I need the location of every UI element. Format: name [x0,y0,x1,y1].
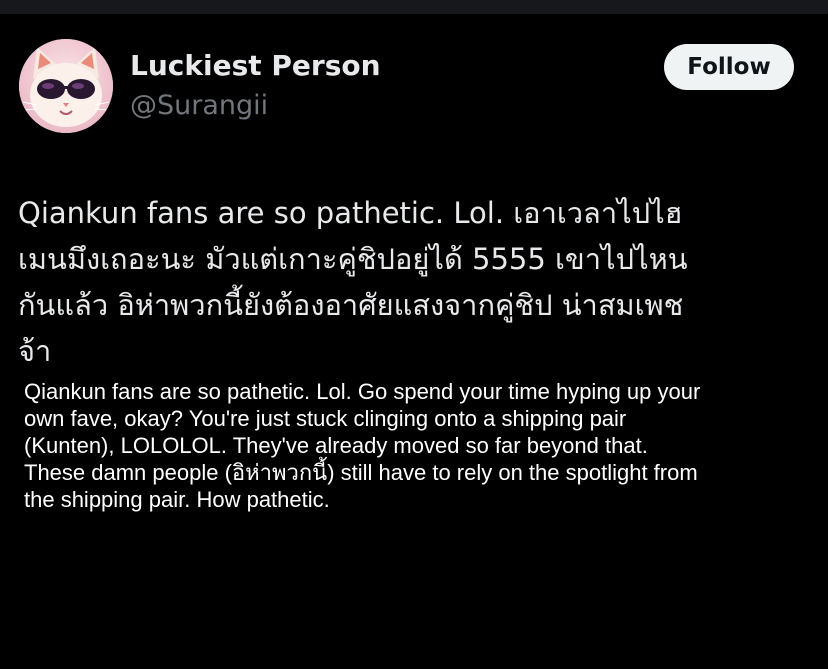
tweet-text-line: Qiankun fans are so pathetic. Lol. เอาเว… [18,196,683,230]
follow-button[interactable]: Follow [664,44,794,90]
author-handle[interactable]: @Surangii [130,89,268,123]
cat-with-sunglasses-icon [19,39,113,133]
top-bar [0,0,828,14]
translation-line: (Kunten), LOLOLOL. They've already moved… [24,433,648,458]
tweet-text-line: เมนมึงเถอะนะ มัวแต่เกาะคู่ชิปอยู่ได้ 555… [18,242,688,276]
tweet-text: Qiankun fans are so pathetic. Lol. เอาเว… [18,190,818,374]
translation-line: These damn people (อิห่าพวกนี้) still ha… [24,460,698,485]
author-display-name[interactable]: Luckiest Person [130,48,381,84]
tweet-text-line: จ้า [18,334,52,368]
translation-caption: Qiankun fans are so pathetic. Lol. Go sp… [24,378,814,513]
avatar[interactable] [19,39,113,133]
translation-line: the shipping pair. How pathetic. [24,487,330,512]
translation-line: Qiankun fans are so pathetic. Lol. Go sp… [24,379,701,404]
translation-line: own fave, okay? You're just stuck clingi… [24,406,627,431]
tweet-text-line: กันแล้ว อิห่าพวกนี้ยังต้องอาศัยแสงจากคู่… [18,288,684,322]
